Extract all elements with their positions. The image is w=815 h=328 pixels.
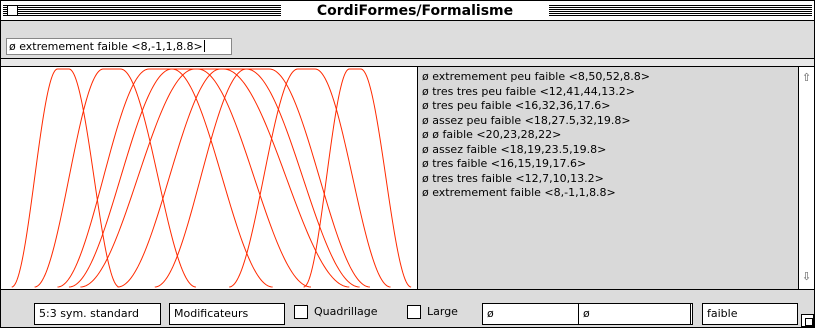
list-item[interactable]: ø extremement faible <8,-1,1,8.8> [422, 186, 650, 201]
membership-curve [57, 68, 273, 288]
window: CordiFormes/Formalisme ø extremement fai… [0, 0, 815, 328]
membership-curve [34, 68, 197, 288]
title-stripes-left [3, 5, 281, 16]
resize-grow-box-icon[interactable] [801, 314, 814, 327]
scrollbar[interactable]: ⇧ ⇩ [798, 67, 814, 289]
close-box-icon[interactable] [7, 5, 18, 16]
title-bar[interactable]: CordiFormes/Formalisme [1, 1, 814, 21]
shape-list-items: ø extremement peu faible <8,50,52,8.8> ø … [422, 70, 650, 201]
bottom-toolbar: 5:3 sym. standard Modificateurs Quadrill… [1, 289, 814, 327]
modifiers-button[interactable]: Modificateurs [169, 303, 285, 325]
grid-checkbox[interactable] [294, 305, 308, 319]
large-label: Large [427, 305, 458, 318]
curve-panel [6, 67, 418, 289]
membership-curve [229, 68, 391, 288]
list-item[interactable]: ø tres tres peu faible <12,41,44,13.2> [422, 85, 650, 100]
window-title: CordiFormes/Formalisme [289, 2, 541, 20]
entry-bar: ø extremement faible <8,-1,1,8.8> [1, 21, 814, 58]
separator [1, 58, 814, 67]
list-item[interactable]: ø tres peu faible <16,32,36,17.6> [422, 99, 650, 114]
text-field-2[interactable]: ø [578, 303, 691, 325]
list-item[interactable]: ø extremement peu faible <8,50,52,8.8> [422, 70, 650, 85]
list-item[interactable]: ø tres faible <16,15,19,17.6> [422, 157, 650, 172]
entry-field-text: ø extremement faible <8,-1,1,8.8> [9, 40, 203, 53]
list-item[interactable]: ø ø faible <20,23,28,22> [422, 128, 650, 143]
grid-label: Quadrillage [314, 305, 378, 318]
text-field-3[interactable]: faible [702, 303, 798, 325]
preset-button[interactable]: 5:3 sym. standard [34, 303, 161, 325]
text-caret [203, 40, 205, 52]
scroll-down-arrow-icon[interactable]: ⇩ [799, 270, 814, 285]
title-stripes-right [549, 5, 812, 16]
list-item[interactable]: ø assez peu faible <18,27.5,32,19.8> [422, 114, 650, 129]
curve-plot [11, 68, 412, 288]
large-checkbox[interactable] [407, 305, 421, 319]
scroll-up-arrow-icon[interactable]: ⇧ [799, 71, 814, 86]
list-item[interactable]: ø tres tres faible <12,7,10,13.2> [422, 172, 650, 187]
membership-curve [117, 68, 360, 288]
entry-field[interactable]: ø extremement faible <8,-1,1,8.8> [6, 38, 232, 55]
shape-list[interactable]: ø extremement peu faible <8,50,52,8.8> ø … [418, 67, 798, 289]
list-item[interactable]: ø assez faible <18,19,23.5,19.8> [422, 143, 650, 158]
